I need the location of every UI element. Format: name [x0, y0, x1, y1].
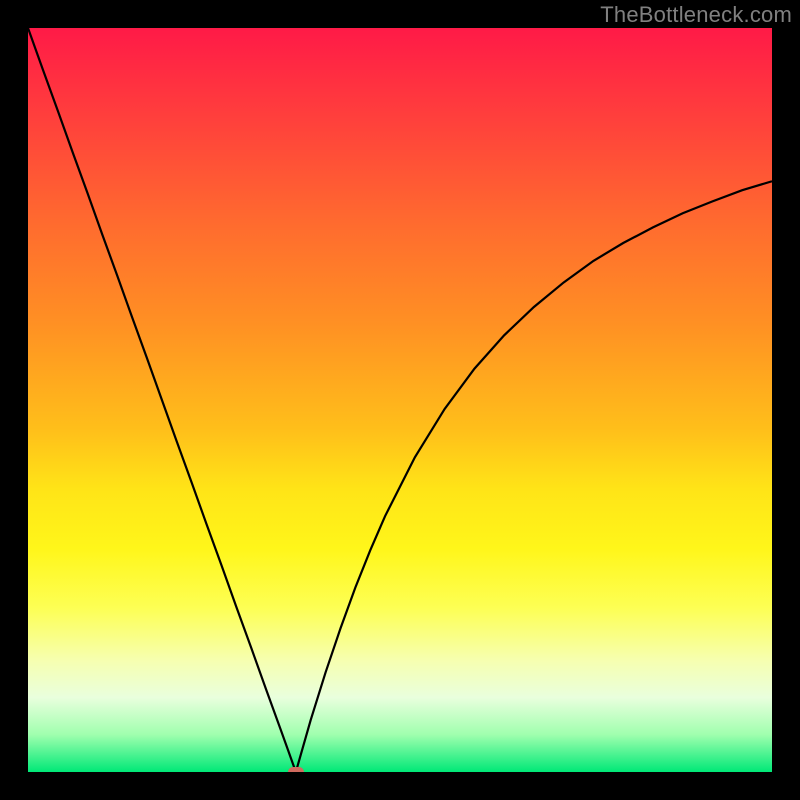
chart-frame: TheBottleneck.com [0, 0, 800, 800]
watermark-text: TheBottleneck.com [600, 2, 792, 28]
plot-area [28, 28, 772, 772]
curve-path [28, 28, 772, 772]
optimum-marker [288, 767, 304, 772]
bottleneck-curve [28, 28, 772, 772]
